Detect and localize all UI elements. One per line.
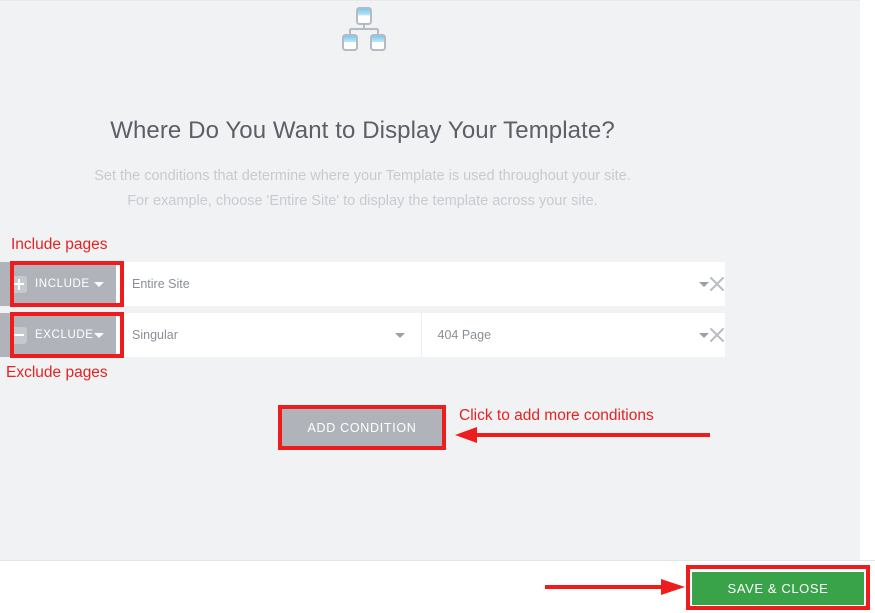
save-and-close-button[interactable]: SAVE & CLOSE — [692, 572, 864, 605]
chevron-down-icon — [94, 282, 104, 287]
condition-type-exclude-button[interactable]: EXCLUDE — [0, 313, 116, 357]
close-icon — [710, 328, 724, 342]
condition-type-include-button[interactable]: INCLUDE — [0, 262, 116, 306]
close-icon — [710, 277, 724, 291]
modal-footer: SAVE & CLOSE — [0, 560, 875, 613]
add-condition-button[interactable]: ADD CONDITION — [282, 409, 442, 446]
condition-exclude-subscope-value: 404 Page — [437, 328, 492, 342]
subtitle-line-1: Set the conditions that determine where … — [94, 168, 631, 184]
condition-include-scope-value: Entire Site — [132, 277, 190, 291]
condition-exclude-scope-value: Singular — [132, 328, 178, 342]
condition-exclude-scope-select[interactable]: Singular — [116, 313, 421, 357]
remove-condition-include-button[interactable] — [700, 262, 734, 306]
condition-rows: INCLUDE Entire Site EXCLUDE Singular 404… — [0, 262, 725, 364]
minus-square-icon — [10, 326, 27, 344]
condition-row-include: INCLUDE Entire Site — [0, 262, 725, 306]
remove-condition-exclude-button[interactable] — [700, 313, 734, 357]
panel-top-divider — [0, 0, 860, 1]
sitemap-icon — [338, 6, 390, 56]
condition-type-include-label: INCLUDE — [35, 278, 90, 290]
plus-square-icon — [10, 275, 27, 293]
page-subtitle: Set the conditions that determine where … — [0, 164, 725, 214]
chevron-down-icon — [394, 333, 405, 338]
template-conditions-modal: Where Do You Want to Display Your Templa… — [0, 0, 875, 613]
condition-type-exclude-label: EXCLUDE — [35, 329, 94, 341]
subtitle-line-2: For example, choose 'Entire Site' to dis… — [127, 193, 598, 209]
condition-include-selects: Entire Site — [116, 262, 725, 306]
condition-include-scope-select[interactable]: Entire Site — [116, 262, 725, 306]
condition-exclude-selects: Singular 404 Page — [116, 313, 725, 357]
chevron-down-icon — [94, 333, 104, 338]
page-title: Where Do You Want to Display Your Templa… — [110, 117, 615, 144]
condition-row-exclude: EXCLUDE Singular 404 Page — [0, 313, 725, 357]
conditions-panel: Where Do You Want to Display Your Templa… — [0, 0, 860, 560]
condition-exclude-subscope-select[interactable]: 404 Page — [420, 313, 725, 357]
